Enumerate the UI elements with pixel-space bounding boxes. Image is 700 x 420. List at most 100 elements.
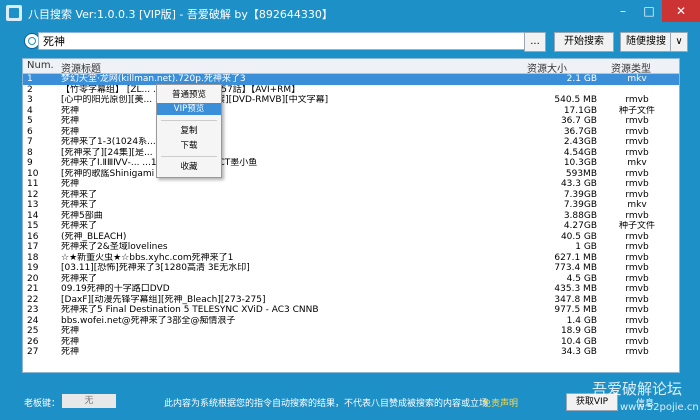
cell-size: 540.5 MB [554, 95, 597, 105]
cell-num: 23 [27, 305, 39, 315]
table-row[interactable]: 25 死神 18.9 GB rmvb [23, 326, 679, 337]
cell-num: 17 [27, 242, 39, 252]
cell-num: 27 [27, 347, 39, 357]
cell-title: 死神来了 [61, 189, 98, 200]
context-menu: 普通预览 VIP预览 复制 下载 收藏 [156, 84, 222, 178]
cell-num: 2 [27, 84, 33, 95]
table-row[interactable]: 4 死神 17.1GB 种子文件 [23, 106, 679, 117]
cell-size: 2.1 GB [566, 74, 597, 84]
cell-title: [死神的歌謠Shinigami no ballad] [61, 168, 203, 179]
search-input[interactable] [38, 32, 526, 50]
cell-size: 36.7GB [563, 126, 597, 137]
cell-type: rmvb [625, 326, 649, 336]
cell-size: 1 GB [575, 242, 597, 252]
table-row[interactable]: 21 09.19死神的十字路口DVD 435.3 MB rmvb [23, 284, 679, 295]
table-row[interactable]: 15 死神来了 4.27GB 种子文件 [23, 221, 679, 232]
table-row[interactable]: 10 [死神的歌謠Shinigami no ballad] 593MB rmvb [23, 169, 679, 180]
table-row[interactable]: 20 死神来了 4.5 GB rmvb [23, 274, 679, 285]
menu-download[interactable]: 下载 [157, 140, 221, 152]
cell-num: 6 [27, 126, 33, 137]
table-row[interactable]: 16 (死神_BLEACH) 40.5 GB rmvb [23, 232, 679, 243]
table-row[interactable]: 14 死神5部曲 3.88GB rmvb [23, 211, 679, 222]
cell-title: 死神来了1-3(1024系... ...ss [61, 137, 177, 147]
minimize-button[interactable]: – [610, 0, 636, 22]
table-row[interactable]: 6 死神 36.7GB rmvb [23, 127, 679, 138]
title-bar[interactable]: 八目搜索 Ver:1.0.0.3 [VIP版] - 吾爱破解 by【892644… [0, 0, 700, 26]
table-row[interactable]: 22 [DaxF][动漫先锋字幕组][死神_Bleach][273-275] 347… [23, 295, 679, 306]
table-row[interactable]: 9 死神来了Ⅰ.ⅡⅢⅣⅤ-... ...1.中英字幕￡CMCT墨小鱼 10.3GB m… [23, 158, 679, 169]
table-row[interactable]: 18 ☆★新董火虫★☆bbs.xyhc.com死神来了1 627.1 MB rmvb [23, 253, 679, 264]
table-row[interactable]: 13 死神来了 7.39GB mkv [23, 200, 679, 211]
cell-type: rmvb [625, 242, 649, 252]
boss-key-field[interactable]: 无 [62, 394, 116, 408]
cell-num: 10 [27, 168, 39, 179]
table-row[interactable]: 3 [心中的阳光原创][美... ...中的死神+花絮][DVD-RMVB][中文… [23, 95, 679, 106]
cell-num: 12 [27, 189, 39, 200]
table-row[interactable]: 12 死神来了 7.39GB rmvb [23, 190, 679, 201]
menu-copy[interactable]: 复制 [157, 125, 221, 137]
table-row[interactable]: 17 死神来了2&圣域lovelines 1 GB rmvb [23, 242, 679, 253]
disclaimer-link[interactable]: 免责声明 [482, 396, 518, 409]
cell-num: 24 [27, 315, 39, 326]
maximize-button[interactable]: □ [636, 0, 662, 22]
table-row[interactable]: 1 梦幻天堂·龙网(killman.net).720p.死神来了3 2.1 GB mk… [23, 74, 679, 85]
cell-size: 7.39GB [563, 200, 597, 210]
cell-num: 1 [27, 74, 33, 84]
random-search-button[interactable]: 随便搜搜 [620, 32, 672, 52]
cell-num: 25 [27, 326, 39, 336]
cell-type: rmvb [625, 263, 649, 273]
table-row[interactable]: 2 【竹零字幕组】 [ZL... ...each 第153-157話】【AVI+R… [23, 85, 679, 96]
cell-size: 1.4 GB [566, 315, 597, 326]
cell-size: 4.54GB [563, 147, 597, 158]
table-row[interactable]: 27 死神 34.3 GB rmvb [23, 347, 679, 358]
cell-type: rmvb [625, 189, 649, 200]
cell-title: 死神来了 [61, 273, 98, 284]
cell-type: rmvb [625, 126, 649, 137]
start-search-button[interactable]: 开始搜索 [554, 32, 614, 52]
cell-size: 773.4 MB [554, 263, 597, 273]
cell-size: 627.1 MB [554, 252, 597, 263]
column-num[interactable]: Num. [27, 60, 54, 71]
column-title[interactable]: 资源标题 [61, 60, 101, 75]
cell-title: 死神来了2&圣域lovelines [61, 242, 168, 252]
cell-num: 5 [27, 116, 33, 126]
cell-title: [心中的阳光原创][美... ...中的死神+花絮][DVD-RMVB][中文字… [61, 95, 329, 105]
cell-type: rmvb [625, 273, 649, 284]
watermark-title: 吾爱破解论坛 [592, 380, 683, 398]
table-row[interactable]: 7 死神来了1-3(1024系... ...ss 2.43GB rmvb [23, 137, 679, 148]
search-dropdown-button[interactable]: ∨ [670, 32, 688, 52]
table-row[interactable]: 26 死神 10.4 GB rmvb [23, 337, 679, 348]
cell-num: 22 [27, 294, 39, 305]
cell-num: 14 [27, 210, 39, 221]
table-row[interactable]: 19 [03.11][恐怖]死神来了3[1280高清 3E无水印] 773.4 MB… [23, 263, 679, 274]
close-button[interactable]: ✕ [662, 0, 700, 22]
cell-type: rmvb [625, 231, 649, 242]
cell-num: 26 [27, 336, 39, 347]
table-row[interactable]: 24 bbs.wofei.net@死神来了3部全@痴情浪子 1.4 GB rmvb [23, 316, 679, 327]
cell-type: rmvb [625, 168, 649, 179]
cell-num: 15 [27, 221, 39, 231]
cell-num: 3 [27, 95, 33, 105]
table-row[interactable]: 8 [死神来了][24集][是... ...DVD-RMVB] 4.54GB rmvb [23, 148, 679, 159]
app-icon [6, 5, 22, 21]
menu-separator [161, 120, 217, 121]
cell-type: mkv [627, 200, 647, 210]
cell-num: 7 [27, 137, 33, 147]
more-options-button[interactable]: ... [524, 32, 546, 52]
column-size[interactable]: 资源大小 [527, 60, 567, 75]
column-type[interactable]: 资源类型 [611, 60, 651, 75]
cell-title: 梦幻天堂·龙网(killman.net).720p.死神来了3 [61, 74, 246, 84]
table-row[interactable]: 23 死神来了5 Final Destination 5 TELESYNC XVi… [23, 305, 679, 316]
cell-type: rmvb [625, 179, 649, 189]
table-row[interactable]: 11 死神 43.3 GB rmvb [23, 179, 679, 190]
cell-size: 10.3GB [563, 158, 597, 168]
menu-favorite[interactable]: 收藏 [157, 161, 221, 173]
cell-num: 19 [27, 263, 39, 273]
menu-vip-preview[interactable]: VIP预览 [157, 103, 221, 115]
results-list[interactable]: Num. 资源标题 资源大小 资源类型 1 梦幻天堂·龙网(killman.net… [22, 58, 680, 373]
menu-normal-preview[interactable]: 普通预览 [157, 89, 221, 101]
cell-num: 8 [27, 147, 33, 158]
table-row[interactable]: 5 死神 36.7 GB rmvb [23, 116, 679, 127]
cell-size: 17.1GB [563, 105, 597, 116]
cell-title: 死神 [61, 179, 80, 189]
